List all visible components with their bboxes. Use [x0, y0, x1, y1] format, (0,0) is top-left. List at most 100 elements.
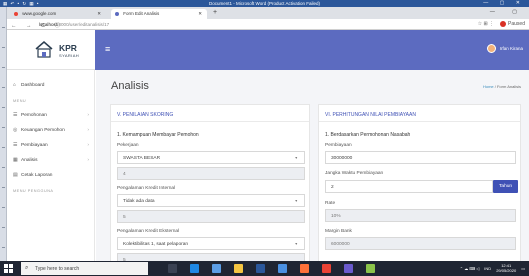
- internal-score: 5: [117, 210, 305, 223]
- chevron-right-icon: ›: [87, 128, 89, 133]
- sidebar-item-cetak-laporan[interactable]: ▤ Cetak Laporan: [13, 173, 91, 178]
- app-topbar: ≡ Irfan Kirana: [95, 30, 529, 70]
- chevron-down-icon: ▼: [294, 156, 298, 160]
- notification-icon[interactable]: ▭: [521, 266, 525, 271]
- page-favicon-icon: [115, 12, 119, 16]
- table-icon: ▦: [13, 158, 18, 163]
- date: 29/05/2020: [496, 268, 517, 273]
- tahun-button[interactable]: Tahun: [493, 180, 519, 193]
- avatar: [500, 21, 507, 27]
- margin-label: Margin Bank: [325, 229, 352, 234]
- divider: [319, 121, 520, 122]
- pekerjaan-label: Pekerjaan: [117, 143, 139, 148]
- tab-google[interactable]: www.google.com ✕: [10, 9, 106, 19]
- eksternal-select[interactable]: Kolektibilitas 1, saat pelaporan ▼: [117, 237, 305, 250]
- pembiayaan-input[interactable]: 30000000: [325, 151, 516, 164]
- sidebar-item-label: Pemohonan: [21, 113, 47, 118]
- menu-toggle-icon[interactable]: ≡: [105, 44, 110, 54]
- google-favicon-icon: [14, 12, 18, 16]
- chevron-down-icon: ▼: [294, 242, 298, 246]
- word-vertical-ruler: [0, 7, 7, 261]
- select-value: SWASTA BESAR: [123, 155, 161, 161]
- tab-form-edit-analisis[interactable]: Form Edit Analisis ✕: [111, 9, 207, 19]
- logo-title: KPR: [59, 43, 77, 53]
- list-icon: ☰: [13, 113, 18, 118]
- eksternal-label: Pengalaman Kredit Eksternal: [117, 229, 180, 234]
- main-content: Analisis Home / Form Analisis V. PENILAI…: [96, 70, 529, 261]
- sidebar-item-pembiayaan[interactable]: ☰ Pembiayaan ›: [13, 143, 91, 148]
- section-heading: 1. Kemampuan Membayar Pemohon: [117, 132, 199, 138]
- word-title: Document1 - Microsoft Word (Product Acti…: [209, 1, 320, 6]
- tab-label: Form Edit Analisis: [123, 11, 160, 16]
- app-icon[interactable]: [344, 264, 353, 273]
- edge-icon[interactable]: [190, 264, 199, 273]
- chrome-icon[interactable]: [322, 264, 331, 273]
- internal-select[interactable]: Tidak ada data ▼: [117, 194, 305, 207]
- sidebar-item-pemohonan[interactable]: ☰ Pemohonan ›: [13, 113, 91, 118]
- select-value: Kolektibilitas 1, saat pelaporan: [123, 241, 189, 247]
- profile-button[interactable]: Paused: [500, 21, 525, 27]
- app-icon[interactable]: [278, 264, 287, 273]
- chevron-right-icon: ›: [87, 143, 89, 148]
- chevron-down-icon: ▼: [294, 199, 298, 203]
- new-tab-icon[interactable]: +: [213, 9, 217, 16]
- pekerjaan-score: 4: [117, 167, 305, 180]
- user-menu[interactable]: Irfan Kirana: [486, 44, 523, 53]
- browser-window-controls[interactable]: — ▢: [490, 9, 525, 15]
- pekerjaan-select[interactable]: SWASTA BESAR ▼: [117, 151, 305, 164]
- user-name: Irfan Kirana: [499, 46, 523, 51]
- breadcrumb-current: Form Analisis: [496, 84, 521, 89]
- star-icon[interactable]: ☆ ⊞ ⋮: [478, 21, 494, 27]
- address-bar: ← → C ⓘ localhost:8000/user/editanalisis…: [7, 19, 529, 30]
- language-indicator[interactable]: IND: [484, 266, 491, 271]
- sidebar-item-label: Cetak Laporan: [21, 173, 53, 178]
- profile-label: Paused: [508, 21, 525, 27]
- divider: [111, 121, 309, 122]
- logo-subtitle: SYARIAH: [59, 53, 80, 58]
- taskbar: ⌕ Type here to search ⌃ ☁ ⌨ ◁ IND 12:41 …: [0, 261, 529, 276]
- jangka-label: Jangka Waktu Pembiayaan: [325, 171, 384, 176]
- jangka-input[interactable]: 2: [325, 180, 493, 193]
- internal-label: Pengalaman Kredit Internal: [117, 186, 176, 191]
- close-icon[interactable]: ✕: [198, 11, 202, 17]
- pembiayaan-label: Pembiayaan: [325, 143, 352, 148]
- taskbar-apps: [168, 264, 375, 273]
- sidebar-item-label: Pembiayaan: [21, 143, 48, 148]
- firefox-icon[interactable]: [300, 264, 309, 273]
- sidebar-item-dashboard[interactable]: ⌂ Dashboard: [13, 83, 91, 88]
- close-icon[interactable]: ✕: [97, 11, 101, 17]
- file-explorer-icon[interactable]: [234, 264, 243, 273]
- clock[interactable]: 12:41 29/05/2020: [496, 263, 516, 273]
- store-icon[interactable]: [212, 264, 221, 273]
- word-window-controls[interactable]: — ▢ ✕: [483, 0, 525, 6]
- url-host: localhost: [39, 22, 58, 27]
- url-field[interactable]: localhost:8000/user/editanalisis/17: [39, 22, 109, 27]
- print-icon: ▤: [13, 173, 18, 178]
- tray-icons[interactable]: ⌃ ☁ ⌨ ◁: [460, 266, 480, 271]
- sidebar: ⌂ Dashboard MENU ☰ Pemohonan › ◎ Keuangan P…: [7, 70, 95, 261]
- taskbar-search-input[interactable]: ⌕ Type here to search: [21, 262, 148, 275]
- windows-start-icon[interactable]: [4, 264, 13, 273]
- system-tray: ⌃ ☁ ⌨ ◁ IND 12:41 29/05/2020 ▭: [460, 263, 525, 273]
- tab-label: www.google.com: [22, 11, 57, 16]
- search-icon: ⌕: [25, 265, 29, 271]
- sidebar-heading-user: MENU PENGGUNA: [13, 189, 54, 193]
- task-view-icon[interactable]: [168, 264, 177, 273]
- breadcrumb-home[interactable]: Home: [483, 84, 494, 89]
- select-value: Tidak ada data: [123, 198, 155, 204]
- sidebar-item-keuangan-pemohon[interactable]: ◎ Keuangan Pemohon ›: [13, 128, 91, 133]
- rate-field: 10%: [325, 209, 516, 222]
- app-icon[interactable]: [366, 264, 375, 273]
- rate-label: Rate: [325, 201, 336, 206]
- logo[interactable]: KPR SYARIAH: [7, 30, 95, 70]
- word-icon[interactable]: [256, 264, 265, 273]
- financing-card: VI. PERHITUNGAN NILAI PEMBIAYAAN 1. Berd…: [318, 104, 521, 261]
- url-path: :8000/user/editanalisis/17: [57, 22, 110, 27]
- avatar: [486, 44, 496, 53]
- section-heading: 1. Berdasarkan Permohonan Nasabah: [325, 132, 411, 138]
- sidebar-item-analisis[interactable]: ▦ Analisis ›: [13, 158, 91, 163]
- list-icon: ☰: [13, 143, 18, 148]
- card-title: V. PENILAIAN SKORING: [117, 112, 174, 118]
- home-icon: ⌂: [13, 83, 16, 88]
- search-placeholder: Type here to search: [35, 266, 80, 272]
